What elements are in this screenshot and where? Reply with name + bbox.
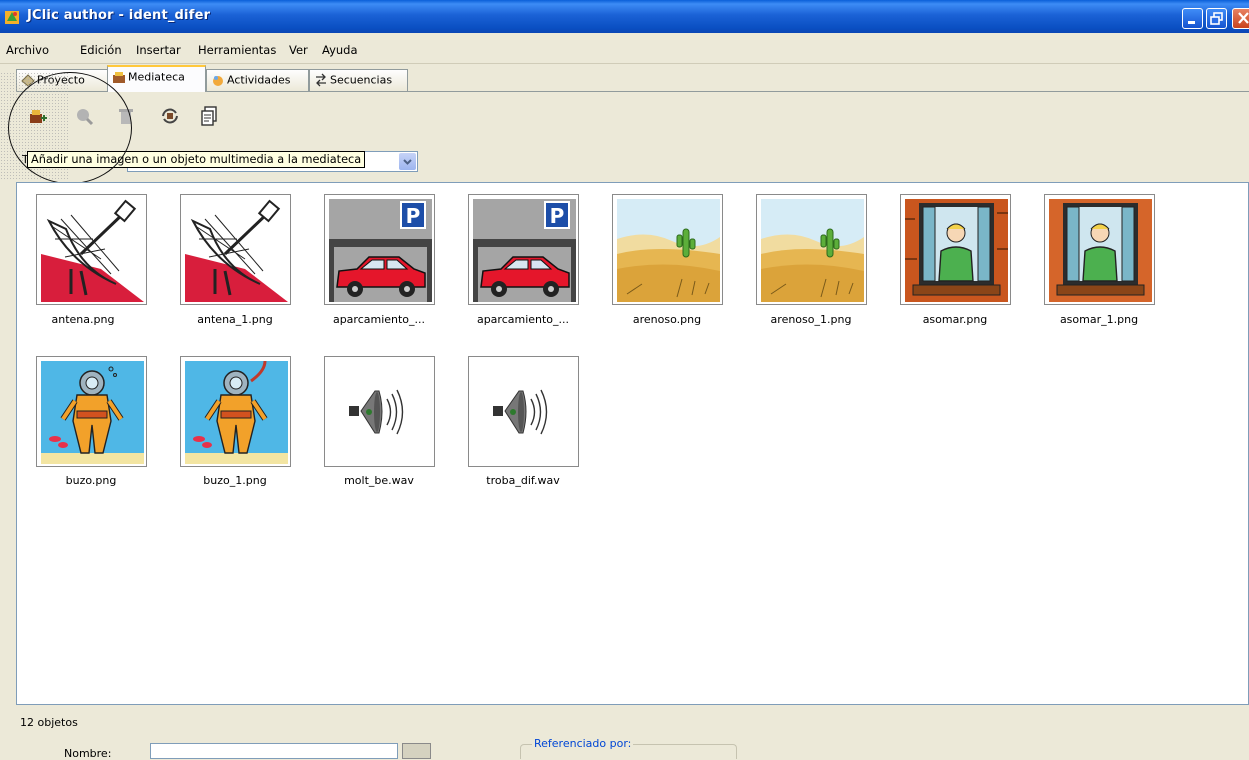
diver-image: [41, 361, 144, 464]
restore-button[interactable]: [1206, 8, 1227, 29]
menu-archivo[interactable]: Archivo: [6, 43, 49, 57]
name-label: Nombre:: [64, 747, 112, 760]
menu-ayuda[interactable]: Ayuda: [322, 43, 358, 57]
media-item-antena-1[interactable]: [180, 194, 291, 305]
activities-icon: [213, 76, 223, 86]
media-item-aparcamiento[interactable]: P: [324, 194, 435, 305]
media-caption: troba_dif.wav: [486, 474, 560, 487]
window-title: JClic author - ident_difer: [27, 8, 211, 23]
chevron-down-icon: [403, 159, 412, 165]
media-item-buzo-1[interactable]: [180, 356, 291, 467]
menu-edicion[interactable]: Edición: [80, 43, 122, 57]
close-icon: [1238, 12, 1249, 24]
media-caption: buzo.png: [65, 474, 117, 487]
window-person-image: [1049, 199, 1152, 302]
window-person-image: [905, 199, 1008, 302]
media-caption: antena_1.png: [197, 313, 273, 326]
media-caption: antena.png: [51, 313, 115, 326]
parking-image: P: [473, 199, 576, 302]
sequences-icon: [316, 73, 326, 87]
media-caption: arenoso_1.png: [770, 313, 852, 326]
media-item-aparcamiento-1[interactable]: P: [468, 194, 579, 305]
copy-icon[interactable]: [198, 104, 222, 128]
media-item-antena[interactable]: [36, 194, 147, 305]
update-icon[interactable]: [158, 104, 182, 128]
media-caption: aparcamiento_...: [332, 313, 426, 326]
close-button[interactable]: [1232, 8, 1249, 29]
media-caption: buzo_1.png: [203, 474, 267, 487]
svg-text:P: P: [406, 204, 421, 228]
object-count: 12 objetos: [20, 716, 78, 729]
diver-image: [185, 361, 288, 464]
desert-image: [617, 199, 720, 302]
desert-image: [761, 199, 864, 302]
media-caption: arenoso.png: [632, 313, 702, 326]
title-bar: JClic author - ident_difer: [0, 0, 1249, 33]
restore-icon: [1210, 12, 1223, 25]
media-item-asomar-1[interactable]: [1044, 194, 1155, 305]
parking-image: P: [329, 199, 432, 302]
minimize-button[interactable]: [1182, 8, 1203, 29]
media-caption: molt_be.wav: [344, 474, 414, 487]
jclic-app-icon: [5, 11, 19, 24]
annotation-circle: [8, 72, 132, 184]
tab-actividades[interactable]: Actividades: [206, 69, 309, 91]
minimize-icon: [1188, 21, 1195, 24]
menu-ver[interactable]: Ver: [289, 43, 308, 57]
tab-secuencias[interactable]: Secuencias: [309, 69, 408, 91]
media-item-arenoso-1[interactable]: [756, 194, 867, 305]
media-item-buzo[interactable]: [36, 356, 147, 467]
menu-bar: Archivo Edición Insertar Herramientas Ve…: [0, 33, 1249, 64]
media-caption: asomar_1.png: [1059, 313, 1139, 326]
dropdown-button[interactable]: [399, 153, 416, 170]
referenced-by-label: Referenciado por:: [532, 737, 634, 750]
media-item-asomar[interactable]: [900, 194, 1011, 305]
media-caption: aparcamiento_...: [476, 313, 570, 326]
media-caption: asomar.png: [922, 313, 988, 326]
media-library-icon: [113, 72, 125, 83]
media-item-molt-be[interactable]: [324, 356, 435, 467]
name-field[interactable]: [150, 743, 398, 759]
tab-mediateca[interactable]: Mediateca: [107, 65, 206, 92]
antenna-image: [185, 199, 288, 302]
menu-insertar[interactable]: Insertar: [136, 43, 181, 57]
media-item-troba-dif[interactable]: [468, 356, 579, 467]
svg-text:P: P: [550, 204, 565, 228]
speaker-icon: [493, 389, 548, 435]
antenna-image: [41, 199, 144, 302]
speaker-icon: [349, 389, 404, 435]
name-button[interactable]: [402, 743, 431, 759]
media-item-arenoso[interactable]: [612, 194, 723, 305]
menu-herramientas[interactable]: Herramientas: [198, 43, 276, 57]
